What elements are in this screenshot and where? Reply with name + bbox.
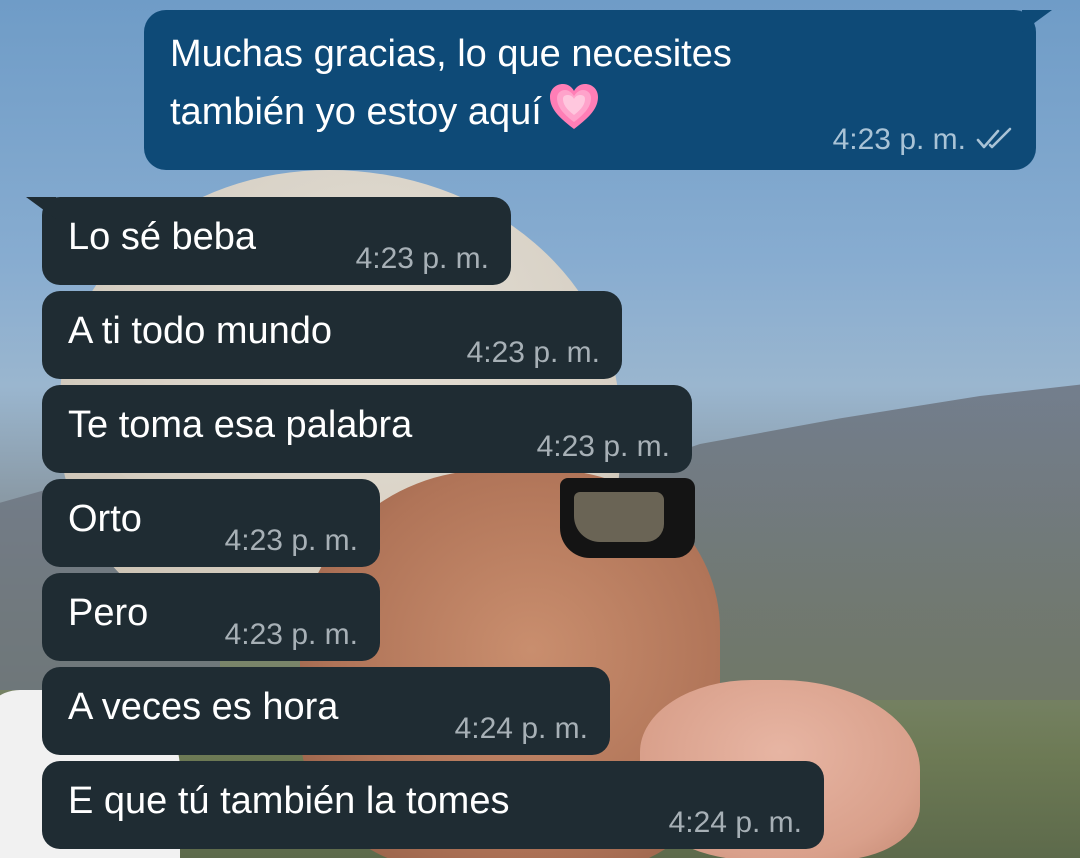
incoming-message-time: 4:24 p. m.	[454, 712, 588, 745]
incoming-message-time: 4:23 p. m.	[536, 430, 670, 463]
incoming-message-bubble[interactable]: Te toma esa palabra 4:23 p. m.	[42, 385, 692, 473]
outgoing-message-line-2-text: también yo estoy aquí	[170, 91, 542, 133]
incoming-message-bubble[interactable]: Pero 4:23 p. m.	[42, 573, 380, 661]
incoming-message-bubble[interactable]: Orto 4:23 p. m.	[42, 479, 380, 567]
outgoing-message-bubble[interactable]: Muchas gracias, lo que necesites también…	[144, 10, 1036, 170]
incoming-message-time: 4:23 p. m.	[224, 618, 358, 651]
incoming-message-bubble[interactable]: A ti todo mundo 4:23 p. m.	[42, 291, 622, 379]
message-list[interactable]: Muchas gracias, lo que necesites también…	[0, 0, 1080, 858]
outgoing-message-line-1: Muchas gracias, lo que necesites	[170, 33, 732, 75]
outgoing-message-meta: 4:23 p. m.	[833, 122, 1014, 158]
incoming-message-bubble[interactable]: A veces es hora 4:24 p. m.	[42, 667, 610, 755]
incoming-message-time: 4:23 p. m.	[355, 242, 489, 275]
incoming-message-time: 4:24 p. m.	[668, 806, 802, 839]
double-check-read-icon	[976, 127, 1012, 149]
incoming-message-time: 4:23 p. m.	[224, 524, 358, 557]
incoming-message-bubble[interactable]: Lo sé beba 4:23 p. m.	[42, 197, 511, 285]
growing-heart-emoji-icon	[549, 84, 598, 129]
incoming-message-bubble[interactable]: E que tú también la tomes 4:24 p. m.	[42, 761, 824, 849]
outgoing-message-time: 4:23 p. m.	[832, 123, 966, 156]
incoming-message-time: 4:23 p. m.	[466, 336, 600, 369]
